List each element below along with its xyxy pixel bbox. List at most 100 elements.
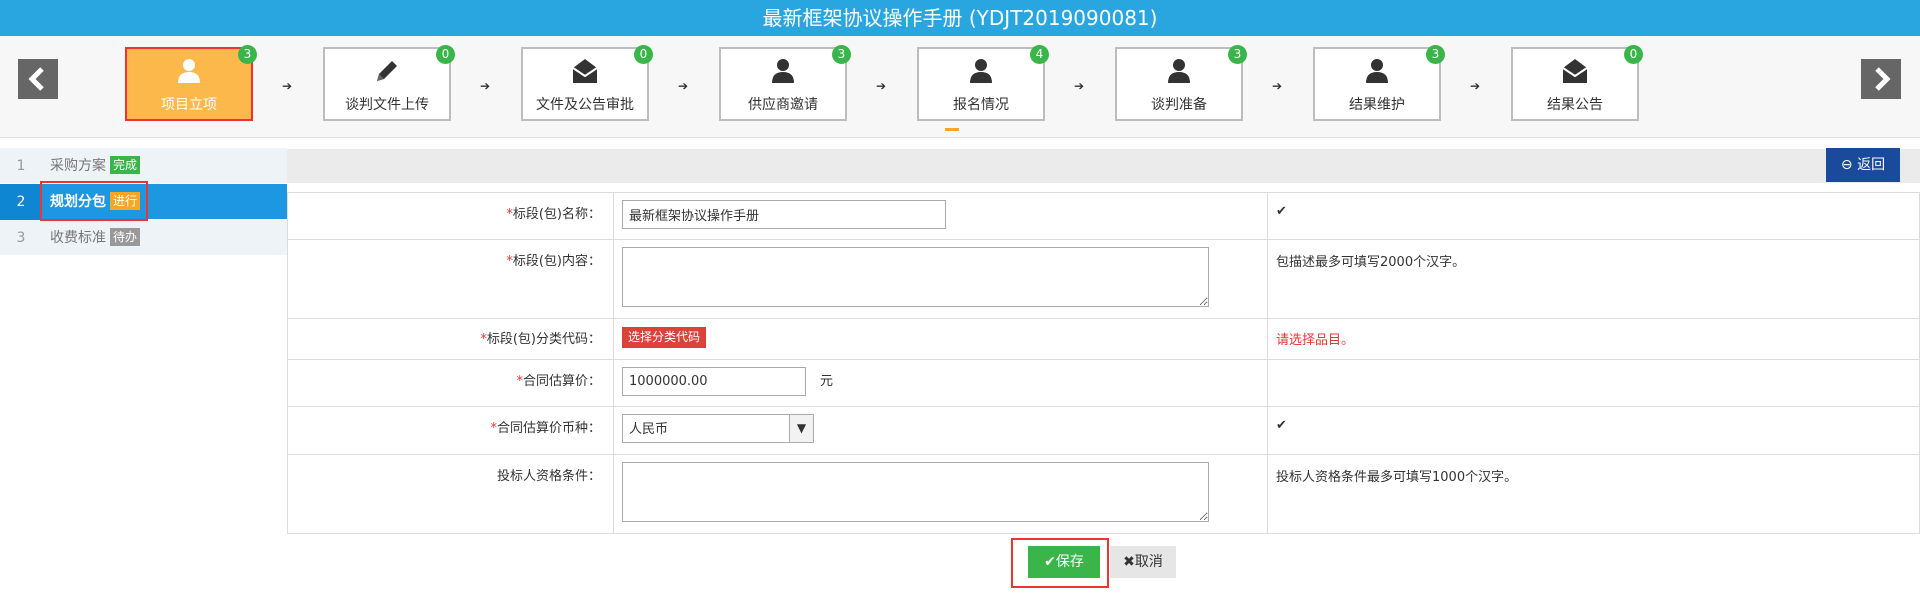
name-field-cell — [613, 192, 1268, 240]
content-label-cell: *标段(包)内容： — [287, 239, 614, 319]
sidebar-item-number: 1 — [16, 158, 26, 174]
currency-label: 合同估算价币种： — [496, 421, 601, 436]
qual-field-cell — [613, 454, 1268, 534]
step-badge: 3 — [1228, 45, 1247, 64]
sidebar-item-number: 2 — [0, 184, 42, 220]
price-field-cell: 元 — [613, 359, 1268, 407]
step-negotiation-prep[interactable]: 谈判准备 3 — [1115, 45, 1247, 121]
step-result-maintenance[interactable]: 结果维护 3 — [1313, 45, 1445, 121]
save-button[interactable]: ✔保存 — [1028, 546, 1100, 578]
step-badge: 3 — [1426, 45, 1445, 64]
step-badge: 3 — [238, 45, 257, 64]
sidebar-item-label: 收费标准 — [50, 230, 106, 246]
bidder-qualification-textarea[interactable] — [622, 462, 1209, 522]
cancel-button[interactable]: ✖取消 — [1110, 546, 1176, 578]
back-button-label: 返回 — [1857, 157, 1886, 173]
arrow-right-icon: ➔ — [480, 79, 491, 93]
code-hint-cell: 请选择品目。 — [1267, 318, 1920, 360]
name-hint-cell: ✔ — [1267, 192, 1920, 240]
name-label: 标段(包)名称： — [512, 207, 601, 222]
step-label: 谈判文件上传 — [345, 97, 429, 113]
step-label: 报名情况 — [953, 97, 1009, 113]
content-label: 标段(包)内容： — [512, 254, 601, 269]
status-badge: 进行 — [110, 192, 141, 210]
step-label: 文件及公告审批 — [536, 97, 634, 113]
code-label-cell: *标段(包)分类代码： — [287, 318, 614, 360]
user-icon — [178, 59, 200, 83]
step-badge: 3 — [832, 45, 851, 64]
price-label: 合同估算价： — [522, 374, 601, 389]
envelope-icon — [572, 59, 598, 83]
currency-field-cell: 人民币 ▼ — [613, 406, 1268, 455]
code-label: 标段(包)分类代码： — [486, 332, 601, 347]
price-label-cell: *合同估算价： — [287, 359, 614, 407]
qual-hint-cell: 投标人资格条件最多可填写1000个汉字。 — [1267, 454, 1920, 534]
step-project-setup[interactable]: 项目立项 3 — [125, 45, 257, 121]
currency-value: 人民币 — [629, 422, 669, 437]
price-unit: 元 — [820, 374, 834, 389]
step-registration[interactable]: 报名情况 4 — [917, 45, 1049, 121]
code-error: 请选择品目。 — [1276, 333, 1355, 348]
close-icon: ✖ — [1123, 554, 1135, 570]
content-hint: 包描述最多可填写2000个汉字。 — [1276, 255, 1466, 270]
sidebar-item-fee-standard[interactable]: 3 收费标准 待办 — [0, 220, 287, 256]
sidebar-item-package-planning[interactable]: 2 规划分包 进行 — [0, 184, 287, 220]
user-icon — [1366, 59, 1388, 83]
toolbar — [287, 149, 1920, 183]
package-name-input[interactable] — [622, 200, 946, 229]
package-form: *标段(包)名称： ✔ *标段(包)内容： 包描述最多可填写2000个汉字。 *… — [287, 192, 1920, 534]
sidebar-item-label: 规划分包 — [50, 194, 106, 210]
page-title: 最新框架协议操作手册 (YDJT2019090081) — [0, 0, 1920, 36]
contract-price-input[interactable] — [622, 367, 806, 396]
arrow-right-icon: ➔ — [1272, 79, 1283, 93]
step-doc-upload[interactable]: 谈判文件上传 0 — [323, 45, 455, 121]
arrow-right-icon: ➔ — [1074, 79, 1085, 93]
sidebar-item-number: 3 — [16, 230, 26, 246]
step-result-announcement[interactable]: 结果公告 0 — [1511, 45, 1643, 121]
step-label: 项目立项 — [161, 97, 217, 113]
check-icon: ✔ — [1276, 418, 1287, 433]
user-icon — [1168, 59, 1190, 83]
user-icon — [772, 59, 794, 83]
cancel-button-label: 取消 — [1134, 554, 1163, 570]
select-category-code-button[interactable]: 选择分类代码 — [622, 327, 707, 348]
next-step-button[interactable] — [1861, 59, 1901, 99]
step-doc-approval[interactable]: 文件及公告审批 0 — [521, 45, 653, 121]
chevron-left-icon — [28, 67, 44, 91]
price-hint-cell — [1267, 359, 1920, 407]
prev-step-button[interactable] — [18, 59, 58, 99]
sidebar-item-procurement-plan[interactable]: 1 采购方案 完成 — [0, 148, 287, 184]
step-label: 供应商邀请 — [748, 97, 818, 113]
arrow-right-icon: ➔ — [1470, 79, 1481, 93]
user-icon — [970, 59, 992, 83]
currency-hint-cell: ✔ — [1267, 406, 1920, 455]
step-badge: 0 — [634, 45, 653, 64]
step-label: 谈判准备 — [1151, 97, 1207, 113]
currency-label-cell: *合同估算价币种： — [287, 406, 614, 455]
chevron-down-icon[interactable]: ▼ — [789, 415, 813, 442]
check-icon: ✔ — [1276, 204, 1287, 219]
step-supplier-invite[interactable]: 供应商邀请 3 — [719, 45, 851, 121]
code-field-cell: 选择分类代码 — [613, 318, 1268, 360]
package-content-textarea[interactable] — [622, 247, 1209, 307]
back-circle-icon: ⊖ — [1840, 157, 1853, 173]
step-badge: 4 — [1030, 45, 1049, 64]
chevron-right-icon — [1875, 67, 1891, 91]
pencil-icon — [377, 61, 397, 81]
qual-label: 投标人资格条件： — [496, 469, 601, 484]
arrow-right-icon: ➔ — [876, 79, 887, 93]
currency-select[interactable]: 人民币 ▼ — [622, 414, 814, 443]
check-icon: ✔ — [1044, 554, 1056, 570]
step-badge: 0 — [436, 45, 455, 64]
status-badge: 完成 — [110, 156, 141, 174]
name-label-cell: *标段(包)名称： — [287, 192, 614, 240]
qual-label-cell: 投标人资格条件： — [287, 454, 614, 534]
current-step-indicator — [945, 128, 959, 131]
arrow-right-icon: ➔ — [678, 79, 689, 93]
step-label: 结果公告 — [1547, 97, 1603, 113]
qual-hint: 投标人资格条件最多可填写1000个汉字。 — [1276, 470, 1518, 485]
content-field-cell — [613, 239, 1268, 319]
back-button[interactable]: ⊖ 返回 — [1826, 148, 1900, 182]
content-hint-cell: 包描述最多可填写2000个汉字。 — [1267, 239, 1920, 319]
status-badge: 待办 — [110, 228, 141, 246]
